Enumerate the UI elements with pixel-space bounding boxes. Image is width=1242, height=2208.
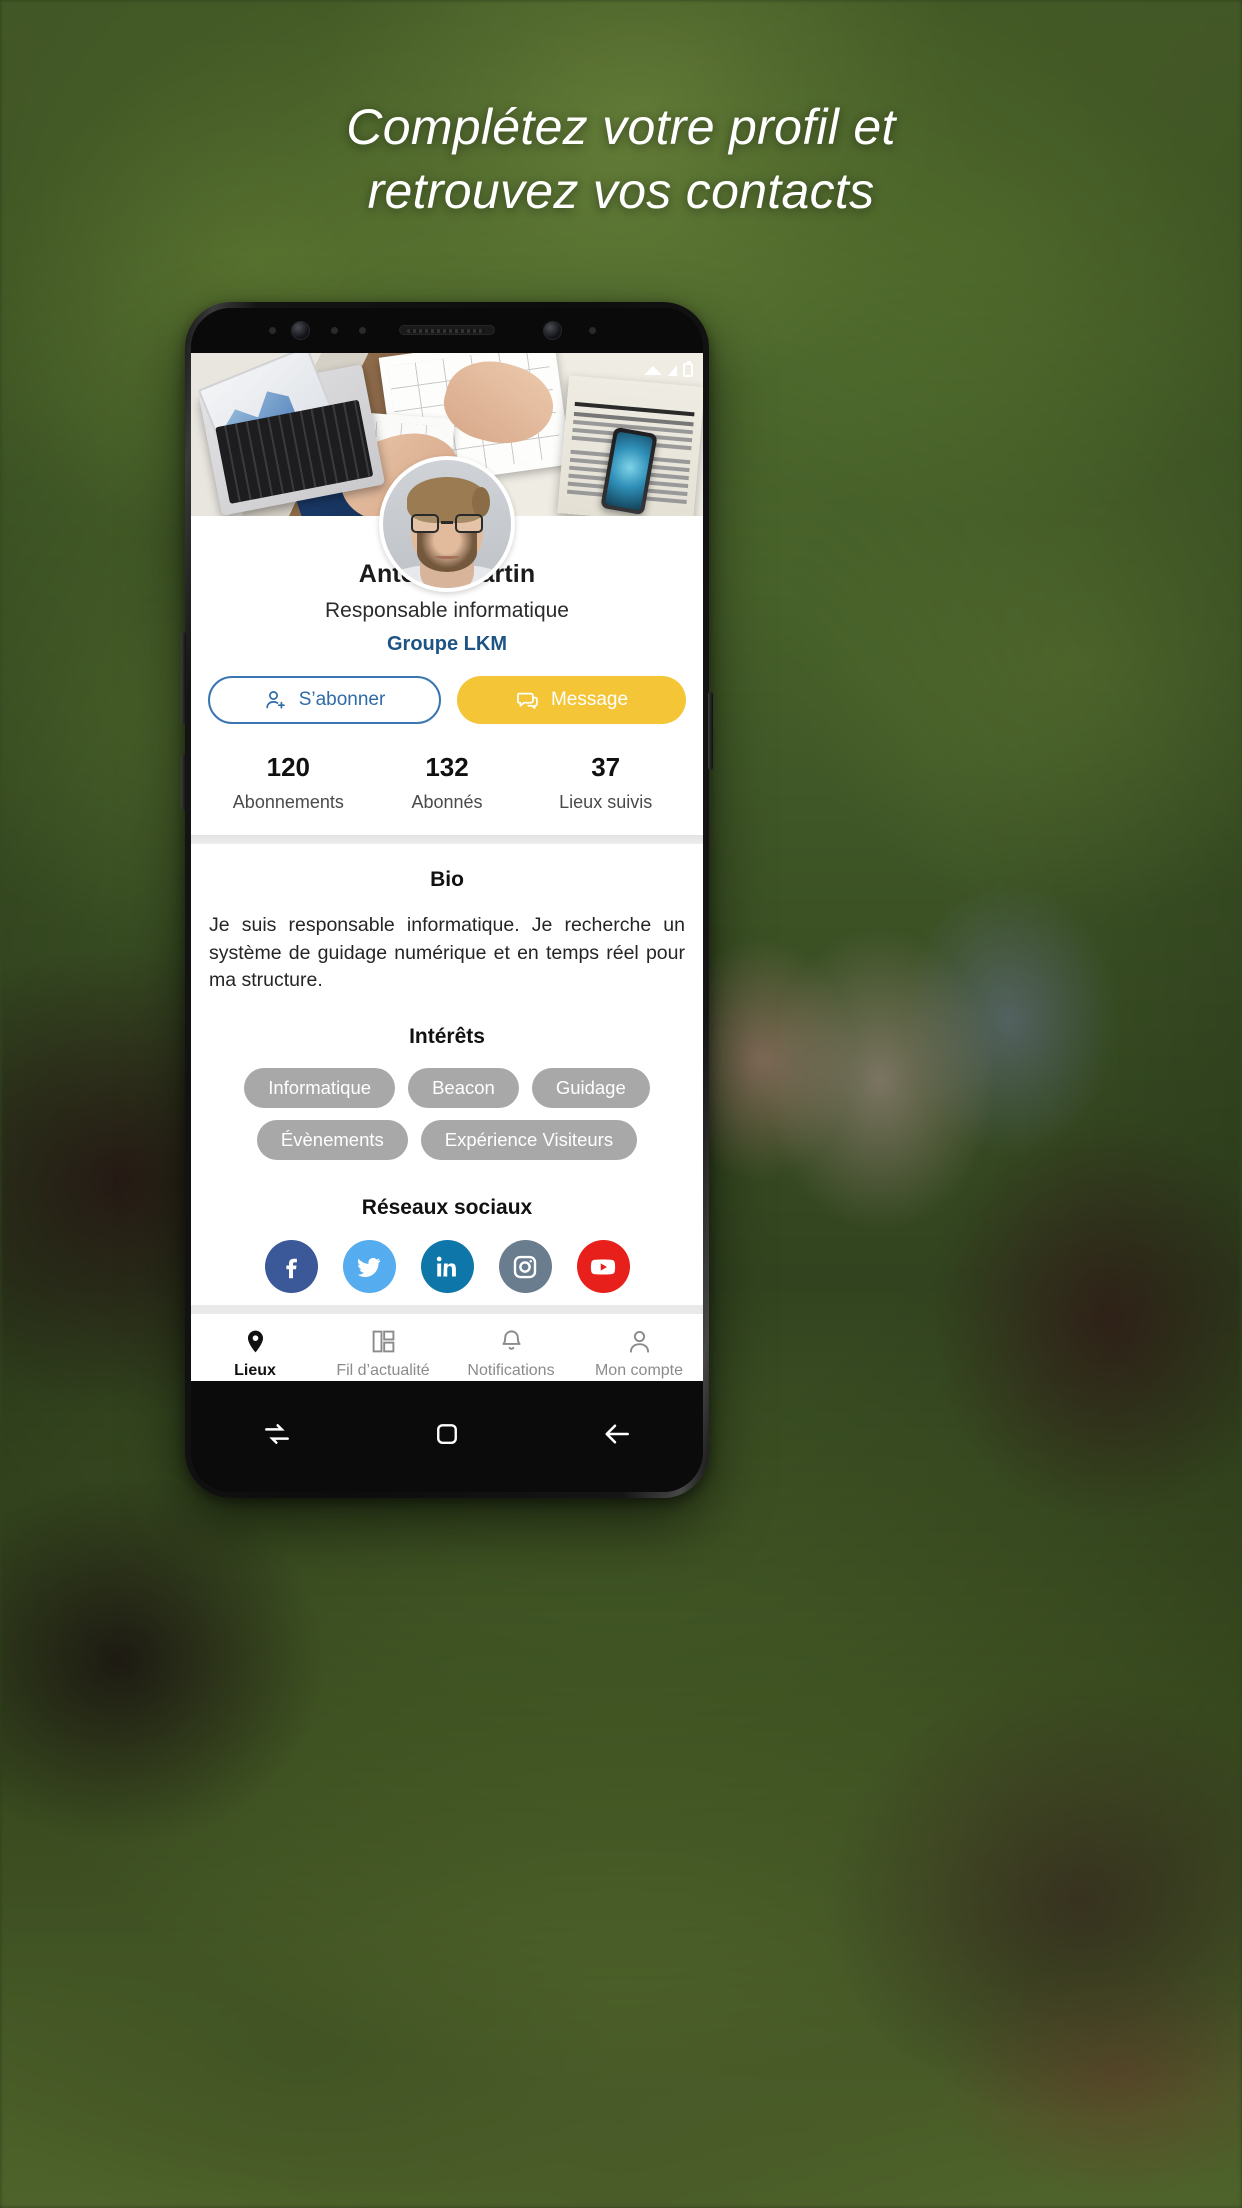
- android-navigation-bar: [191, 1381, 703, 1492]
- headline-line-1: Complétez votre profil et: [346, 99, 896, 155]
- facebook-icon: [286, 1258, 297, 1278]
- back-key[interactable]: [601, 1418, 633, 1455]
- interest-tag-list: Informatique Beacon Guidage Évènements E…: [205, 1068, 689, 1161]
- stat-value: 120: [266, 752, 311, 782]
- phone-mockup: Antoine Martin Responsable informatique …: [181, 302, 713, 1498]
- profile-role: Responsable informatique: [325, 599, 569, 622]
- instagram-button[interactable]: [498, 1240, 552, 1294]
- earpiece-speaker: [399, 325, 495, 335]
- stat-value: 37: [591, 752, 621, 782]
- nav-label: Notifications: [467, 1361, 555, 1379]
- bio-section: Bio Je suis responsable informatique. Je…: [191, 844, 703, 995]
- phone-screen-frame: Antoine Martin Responsable informatique …: [191, 308, 703, 1492]
- interest-tag[interactable]: Guidage: [531, 1068, 650, 1109]
- sensor-dot: [359, 327, 366, 334]
- status-bar: [644, 361, 693, 377]
- stat-lieux-suivis[interactable]: 37 Lieux suivis: [526, 752, 685, 813]
- app-screen: Antoine Martin Responsable informatique …: [191, 353, 703, 1393]
- socials-title: Réseaux sociaux: [361, 1196, 533, 1220]
- stat-label: Abonnements: [232, 792, 344, 812]
- sensor-dot: [331, 327, 338, 334]
- page-title: Complétez votre profil et retrouvez vos …: [0, 96, 1242, 223]
- interest-tag[interactable]: Évènements: [256, 1120, 408, 1161]
- bottom-navigation: Lieux Fil d’actualité Notifications Mon …: [191, 1305, 703, 1393]
- cover-laptop-screen: [197, 353, 335, 459]
- profile-company[interactable]: Groupe LKM: [191, 633, 703, 656]
- socials-section: Réseaux sociaux: [191, 1160, 703, 1294]
- social-icon-list: [205, 1240, 689, 1294]
- sensor-dot: [589, 327, 596, 334]
- linkedin-button[interactable]: [420, 1240, 474, 1294]
- twitter-button[interactable]: [342, 1240, 396, 1294]
- map-pin-icon: [247, 1330, 263, 1352]
- assistant-button[interactable]: [181, 754, 186, 810]
- instagram-icon: [513, 1255, 537, 1278]
- signal-icon: [668, 364, 677, 376]
- bell-icon: [501, 1329, 521, 1350]
- stat-abonnes[interactable]: 132 Abonnés: [368, 752, 527, 813]
- bio-text: Je suis responsable informatique. Je rec…: [209, 914, 685, 992]
- battery-icon: [683, 361, 693, 377]
- twitter-icon: [357, 1257, 381, 1277]
- message-label: Message: [550, 689, 629, 710]
- nav-label: Fil d’actualité: [336, 1361, 430, 1379]
- nav-label: Mon compte: [594, 1361, 684, 1379]
- avatar[interactable]: [379, 456, 515, 592]
- headline-line-2: retrouvez vos contacts: [367, 162, 875, 219]
- phone-top-bezel: [191, 308, 703, 353]
- stat-label: Abonnés: [411, 792, 483, 812]
- stat-abonnements[interactable]: 120 Abonnements: [209, 752, 368, 813]
- section-divider: [191, 835, 703, 844]
- subscribe-label: S’abonner: [298, 689, 386, 710]
- message-button[interactable]: Message: [457, 676, 686, 724]
- youtube-icon: [590, 1259, 616, 1275]
- iris-scanner-icon: [291, 321, 310, 340]
- youtube-button[interactable]: [576, 1240, 630, 1294]
- facebook-button[interactable]: [264, 1240, 318, 1294]
- volume-button[interactable]: [181, 632, 186, 724]
- front-camera-icon: [543, 321, 562, 340]
- recents-key[interactable]: [261, 1418, 293, 1455]
- dashboard-icon: [372, 1330, 394, 1352]
- interests-title: Intérêts: [409, 1025, 485, 1049]
- interest-tag[interactable]: Beacon: [408, 1068, 519, 1109]
- interests-section: Intérêts Informatique Beacon Guidage Évè…: [191, 995, 703, 1161]
- bio-title: Bio: [430, 868, 464, 891]
- sensor-dot: [269, 327, 276, 334]
- profile-stats: 120 Abonnements 132 Abonnés 37 Lieux sui…: [191, 752, 703, 835]
- stat-value: 132: [425, 752, 469, 782]
- stat-label: Lieux suivis: [559, 792, 653, 812]
- home-key[interactable]: [432, 1419, 462, 1454]
- linkedin-icon: [436, 1256, 456, 1277]
- person-icon: [629, 1330, 649, 1353]
- interest-tag[interactable]: Expérience Visiteurs: [420, 1120, 638, 1161]
- subscribe-button[interactable]: S’abonner: [208, 676, 441, 724]
- person-add-icon: [266, 691, 285, 709]
- power-button[interactable]: [708, 692, 713, 770]
- nav-label: Lieux: [234, 1361, 276, 1379]
- interest-tag[interactable]: Informatique: [244, 1068, 396, 1109]
- profile-actions: S’abonner Message: [191, 676, 703, 724]
- chat-bubble-icon: [516, 692, 538, 709]
- wifi-icon: [644, 365, 662, 375]
